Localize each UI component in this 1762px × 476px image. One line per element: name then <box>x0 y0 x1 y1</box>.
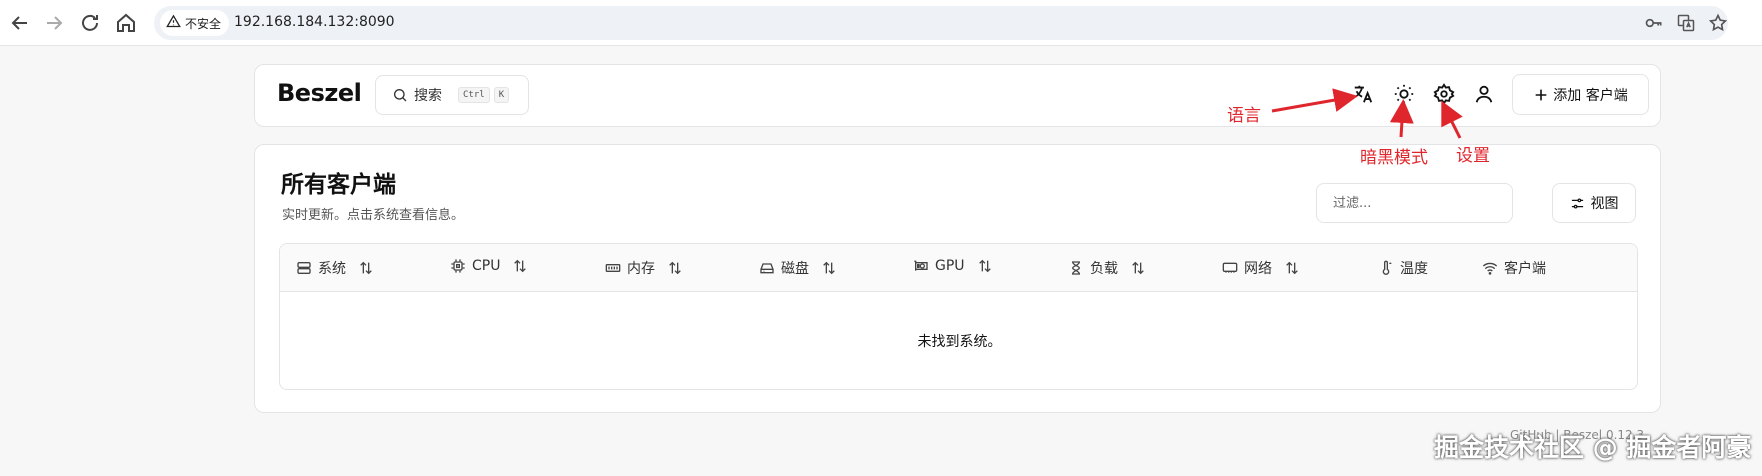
sort-icon[interactable] <box>1284 260 1300 276</box>
column-header-cpu[interactable]: CPU <box>450 258 528 274</box>
app-header: Beszel 搜索 Ctrl K 添加 客户端 <box>254 64 1661 127</box>
search-icon <box>394 89 407 102</box>
column-header-temperature[interactable]: 温度 <box>1378 258 1428 278</box>
hourglass-icon <box>1068 260 1084 276</box>
column-header-client[interactable]: 客户端 <box>1482 258 1546 278</box>
back-icon[interactable] <box>8 11 32 35</box>
plus-icon <box>1535 89 1547 100</box>
address-bar[interactable]: 不安全 192.168.184.132:8090 <box>154 6 1728 40</box>
sort-icon[interactable] <box>977 258 993 274</box>
watermark: 掘金技术社区 @ 掘金者阿豪 <box>1434 433 1752 462</box>
sort-icon[interactable] <box>667 260 683 276</box>
sort-icon[interactable] <box>1130 260 1146 276</box>
systems-card: 所有客户端 实时更新。点击系统查看信息。 视图 系统 CPU 内存 <box>254 144 1661 413</box>
search-button[interactable]: 搜索 Ctrl K <box>375 75 529 115</box>
theme-icon[interactable] <box>1393 83 1415 105</box>
column-header-network[interactable]: 网络 <box>1222 258 1300 278</box>
empty-state-message: 未找到系统。 <box>917 333 1002 350</box>
column-header-disk[interactable]: 磁盘 <box>759 258 837 278</box>
column-label: 负载 <box>1090 261 1118 277</box>
key-icon[interactable] <box>1644 13 1664 33</box>
thermometer-icon <box>1378 260 1394 276</box>
view-label: 视图 <box>1590 196 1619 212</box>
language-icon[interactable] <box>1352 83 1374 105</box>
column-label: CPU <box>472 258 501 274</box>
column-header-load[interactable]: 负载 <box>1068 258 1146 278</box>
column-header-gpu[interactable]: GPU <box>913 258 993 274</box>
column-label: 内存 <box>627 261 655 277</box>
disk-icon <box>759 260 775 276</box>
reload-icon[interactable] <box>78 11 102 35</box>
warning-icon <box>166 14 181 32</box>
column-header-memory[interactable]: 内存 <box>605 258 683 278</box>
add-client-label: 添加 客户端 <box>1553 87 1628 104</box>
settings-icon[interactable] <box>1433 83 1455 105</box>
kbd-ctrl: Ctrl <box>458 87 490 103</box>
translate-page-icon[interactable] <box>1676 13 1696 33</box>
gpu-icon <box>913 258 929 274</box>
page-title: 所有客户端 <box>281 172 396 198</box>
sort-icon[interactable] <box>358 260 374 276</box>
home-icon[interactable] <box>114 11 138 35</box>
column-label: 客户端 <box>1504 261 1546 277</box>
column-label: 系统 <box>318 261 346 277</box>
search-label: 搜索 <box>414 88 442 104</box>
app-logo[interactable]: Beszel <box>277 79 362 107</box>
security-chip[interactable]: 不安全 <box>160 10 230 36</box>
column-label: GPU <box>935 258 965 274</box>
view-button[interactable]: 视图 <box>1552 183 1636 223</box>
user-icon[interactable] <box>1473 83 1495 105</box>
systems-table: 系统 CPU 内存 磁盘 GPU 负载 网络 温度 客户端 未找到系统。 <box>279 243 1638 390</box>
cpu-icon <box>450 258 466 274</box>
network-icon <box>1222 260 1238 276</box>
wifi-icon <box>1482 260 1498 276</box>
column-header-system[interactable]: 系统 <box>296 258 374 278</box>
kbd-k: K <box>493 87 510 103</box>
bookmark-star-icon[interactable] <box>1708 13 1728 33</box>
annotation-dark-mode: 暗黑模式 <box>1360 148 1428 168</box>
memory-icon <box>605 260 621 276</box>
url-text[interactable]: 192.168.184.132:8090 <box>234 14 395 30</box>
forward-icon[interactable] <box>42 11 66 35</box>
annotation-settings: 设置 <box>1456 146 1490 166</box>
column-label: 网络 <box>1244 261 1272 277</box>
column-label: 温度 <box>1400 261 1428 277</box>
filter-input[interactable] <box>1316 183 1513 223</box>
annotation-language: 语言 <box>1227 106 1261 126</box>
sort-icon[interactable] <box>512 258 528 274</box>
sliders-icon <box>1571 198 1583 208</box>
add-client-button[interactable]: 添加 客户端 <box>1512 74 1649 115</box>
page-subtitle: 实时更新。点击系统查看信息。 <box>282 208 465 223</box>
column-label: 磁盘 <box>781 261 809 277</box>
sort-icon[interactable] <box>821 260 837 276</box>
table-header: 系统 CPU 内存 磁盘 GPU 负载 网络 温度 客户端 <box>280 244 1637 292</box>
browser-toolbar: 不安全 192.168.184.132:8090 <box>0 0 1762 46</box>
security-label: 不安全 <box>185 16 222 31</box>
server-icon <box>296 260 312 276</box>
